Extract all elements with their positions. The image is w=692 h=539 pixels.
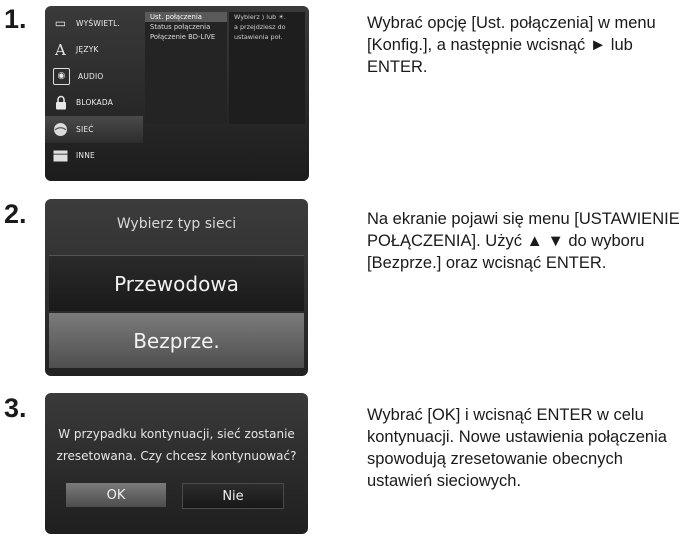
- hint-line: ustawienia poł.: [234, 33, 283, 41]
- menu-item-label: WYŚWIETL.: [76, 18, 121, 28]
- menu-item-label: SIEĆ: [76, 124, 94, 134]
- menu-item-audio[interactable]: ◉ AUDIO: [45, 63, 143, 90]
- menu-item-other[interactable]: INNE: [45, 143, 143, 170]
- hint-panel: Wybierz ) lub ☀. a przejdziesz do ustawi…: [229, 12, 305, 124]
- submenu-item-connection-status[interactable]: Status połączenia: [145, 22, 227, 32]
- ok-button[interactable]: OK: [66, 483, 166, 507]
- step-number: 1.: [4, 4, 27, 34]
- lock-icon: [53, 95, 68, 110]
- confirm-reset-screen: W przypadku kontynuacji, sieć zostanie z…: [45, 393, 308, 534]
- language-icon: A: [54, 40, 67, 59]
- option-wireless[interactable]: Bezprze.: [49, 313, 304, 368]
- step-description: Wybrać [OK] i wcisnąć ENTER w celu konty…: [367, 406, 667, 490]
- network-type-screen: Wybierz typ sieci Przewodowa Bezprze.: [45, 199, 308, 376]
- hint-line: a przejdziesz do: [234, 23, 286, 31]
- step-number: 2.: [4, 199, 27, 229]
- menu-item-label: AUDIO: [78, 71, 104, 81]
- step-description: Wybrać opcję [Ust. połączenia] w menu [K…: [367, 14, 656, 76]
- submenu-item-bd-live[interactable]: Połączenie BD-LIVE: [145, 32, 227, 42]
- step-number: 3.: [4, 393, 27, 423]
- settings-menu: ▭ WYŚWIETL. A JĘZYK ◉ AUDIO BLOKADA SIEĆ: [45, 10, 143, 169]
- menu-item-network[interactable]: SIEĆ: [45, 116, 143, 143]
- network-icon: [53, 122, 68, 137]
- menu-item-label: JĘZYK: [76, 45, 99, 55]
- other-icon: [53, 148, 68, 163]
- menu-item-lock[interactable]: BLOKADA: [45, 90, 143, 117]
- confirm-message: W przypadku kontynuacji, sieć zostanie z…: [45, 423, 308, 467]
- display-icon: ▭: [54, 16, 67, 31]
- menu-item-label: INNE: [76, 151, 95, 161]
- menu-item-label: BLOKADA: [76, 98, 114, 108]
- option-wired[interactable]: Przewodowa: [49, 255, 304, 311]
- settings-menu-screen: ▭ WYŚWIETL. A JĘZYK ◉ AUDIO BLOKADA SIEĆ: [45, 6, 309, 181]
- menu-item-display[interactable]: ▭ WYŚWIETL.: [45, 10, 143, 37]
- audio-icon: ◉: [53, 67, 70, 85]
- network-submenu: Ust. połączenia Status połączenia Połącz…: [145, 12, 227, 124]
- menu-item-language[interactable]: A JĘZYK: [45, 37, 143, 64]
- dialog-title: Wybierz typ sieci: [116, 216, 237, 232]
- confirm-message-line: zresetowana. Czy chcesz kontynuować?: [56, 449, 297, 463]
- submenu-item-connection-settings[interactable]: Ust. połączenia: [145, 12, 227, 22]
- step-description: Na ekranie pojawi się menu [USTAWIENIE P…: [367, 210, 680, 272]
- no-button[interactable]: Nie: [182, 483, 284, 509]
- hint-line: Wybierz ) lub ☀.: [234, 13, 286, 21]
- confirm-message-line: W przypadku kontynuacji, sieć zostanie: [58, 427, 295, 441]
